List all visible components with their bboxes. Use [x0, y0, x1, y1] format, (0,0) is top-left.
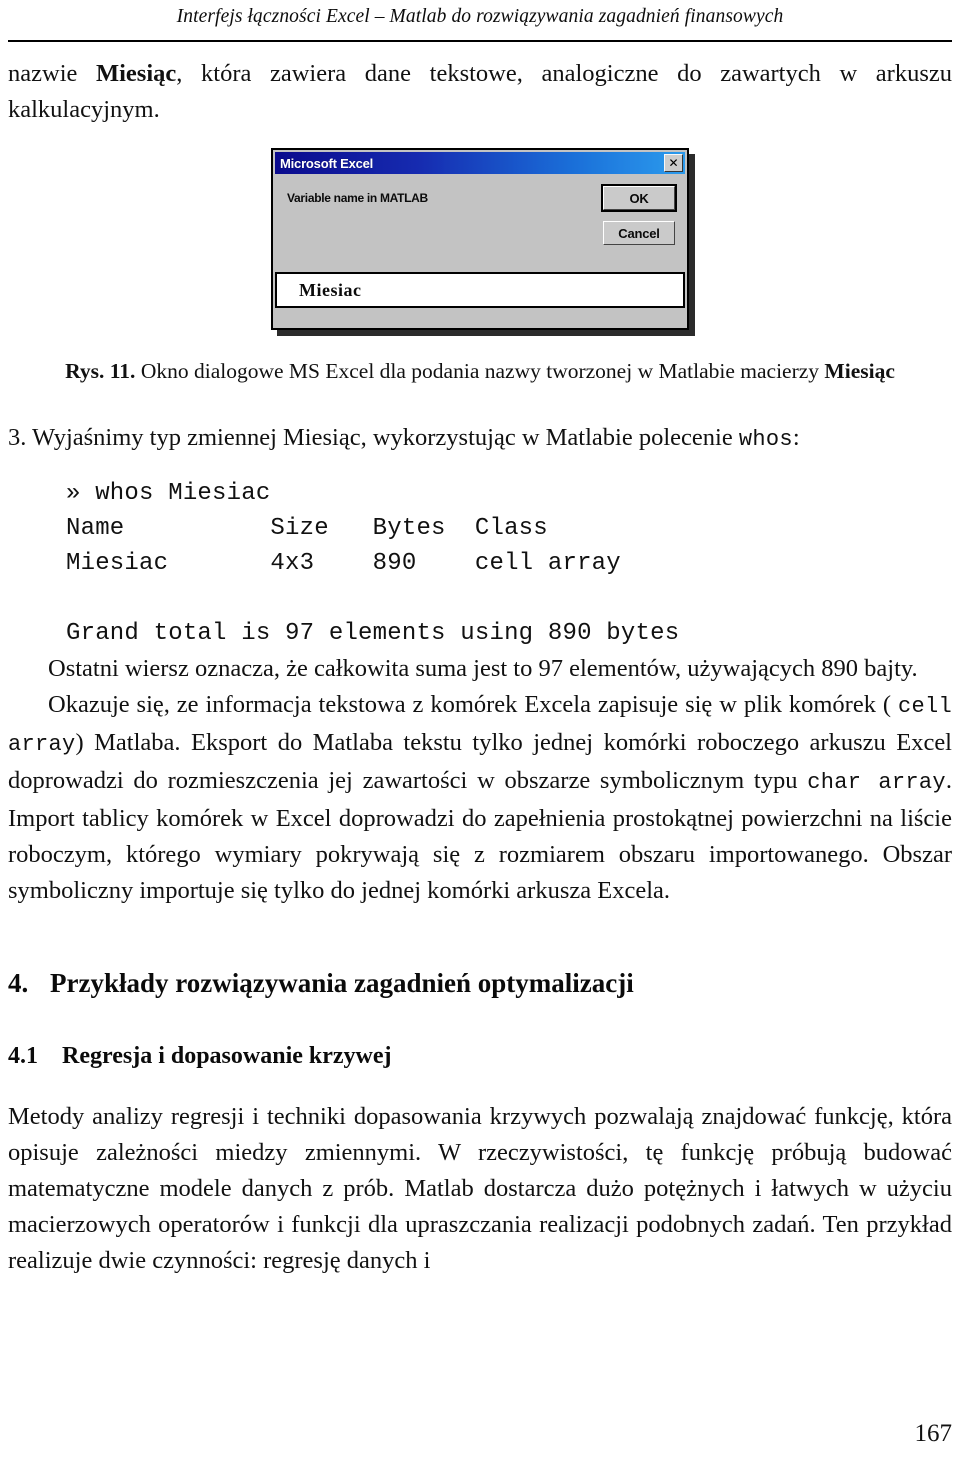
- dialog-shadow-wrapper: Microsoft Excel ✕ Variable name in MATLA…: [271, 148, 695, 336]
- intro-paragraph: nazwie Miesiąc, która zawiera dane tekst…: [8, 56, 952, 128]
- section-heading-4-1-title: Regresja i dopasowanie krzywej: [62, 1043, 392, 1069]
- figure-dialog-screenshot: Microsoft Excel ✕ Variable name in MATLA…: [8, 148, 952, 336]
- section-heading-4-1-number: 4.1: [8, 1043, 38, 1069]
- dialog-body: Variable name in MATLAB OK Cancel: [275, 174, 685, 281]
- section-heading-4: 4. Przykłady rozwiązywania zagadnień opty…: [8, 965, 952, 1001]
- dialog-footer-strip: [275, 312, 685, 326]
- dialog-title: Microsoft Excel: [280, 155, 374, 171]
- section-heading-4-number: 4.: [8, 968, 29, 998]
- step-3-text: 3. Wyjaśnimy typ zmiennej Miesiąc, wykor…: [8, 424, 739, 451]
- dialog-titlebar: Microsoft Excel ✕: [275, 152, 685, 174]
- excel-dialog-window: Microsoft Excel ✕ Variable name in MATLA…: [271, 148, 689, 330]
- header-rule: [8, 40, 952, 42]
- running-header: Interfejs łączności Excel – Matlab do ro…: [176, 6, 784, 27]
- paragraph-1: Ostatni wiersz oznacza, że całkowita sum…: [48, 655, 918, 682]
- section-heading-4-1: 4.1 Regresja i dopasowanie krzywej: [8, 1039, 952, 1073]
- document-page: Interfejs łączności Excel – Matlab do ro…: [0, 0, 960, 1470]
- ok-button[interactable]: OK: [601, 184, 677, 212]
- intro-before: nazwie: [8, 60, 96, 87]
- paragraph-2: Okazuje się, ze informacja tekstowa z ko…: [8, 687, 952, 909]
- variable-name-input-value: Miesiac: [299, 279, 362, 300]
- step-3-paragraph: 3. Wyjaśnimy typ zmiennej Miesiąc, wykor…: [8, 420, 952, 458]
- paragraph-2-part-a: Okazuje się, ze informacja tekstowa z ko…: [48, 691, 898, 718]
- variable-name-input[interactable]: Miesiac: [275, 272, 685, 308]
- section-heading-4-title: Przykłady rozwiązywania zagadnień optyma…: [50, 968, 634, 998]
- closing-paragraph: Metody analizy regresji i techniki dopas…: [8, 1103, 952, 1274]
- intro-bold-term: Miesiąc: [96, 60, 177, 87]
- page-number: 167: [914, 1420, 953, 1447]
- paragraph-2-code-char-array: char array: [807, 770, 946, 795]
- step-3-tail: :: [792, 424, 800, 451]
- close-icon[interactable]: ✕: [664, 154, 683, 172]
- dialog-prompt-label: Variable name in MATLAB: [287, 191, 428, 205]
- figure-caption-label: Rys. 11.: [65, 359, 136, 383]
- page-content: nazwie Miesiąc, która zawiera dane tekst…: [8, 56, 952, 1279]
- cancel-button[interactable]: Cancel: [603, 221, 675, 245]
- figure-caption-text: Okno dialogowe MS Excel dla podania nazw…: [135, 359, 825, 383]
- figure-caption-bold-tail: Miesiąc: [824, 359, 895, 383]
- matlab-console-output: » whos Miesiac Name Size Bytes Class Mie…: [66, 480, 680, 647]
- figure-caption: Rys. 11. Okno dialogowe MS Excel dla pod…: [8, 356, 952, 386]
- step-3-code: whos: [738, 427, 793, 452]
